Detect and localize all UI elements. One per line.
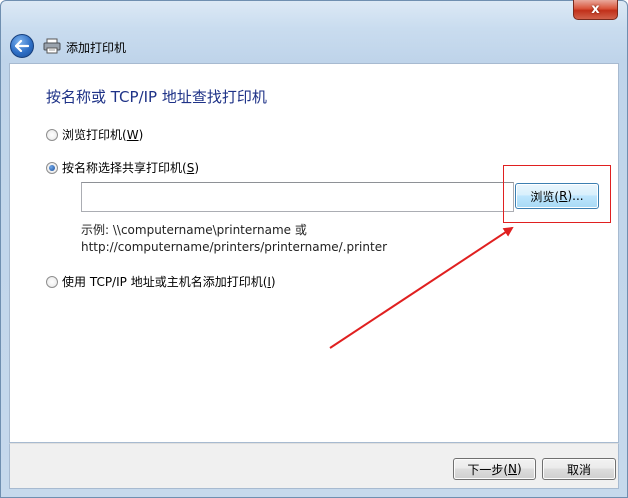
back-button[interactable] (10, 34, 34, 58)
close-button[interactable]: x (573, 0, 618, 20)
radio-label: 按名称选择共享打印机(S) (62, 161, 199, 175)
example-text: 示例: \\computername\printername 或 http://… (81, 222, 387, 256)
shared-printer-name-input[interactable] (81, 182, 514, 212)
radio-tcpip-hostname[interactable]: 使用 TCP/IP 地址或主机名添加打印机(I) (46, 273, 276, 290)
example-line-1: 示例: \\computername\printername 或 (81, 223, 307, 237)
window-title: 添加打印机 (66, 41, 127, 55)
radio-label: 浏览打印机(W) (62, 128, 144, 142)
radio-button[interactable] (46, 128, 58, 141)
cancel-button[interactable]: 取消 (542, 458, 616, 480)
example-line-2: http://computername/printers/printername… (81, 240, 388, 254)
page-heading: 按名称或 TCP/IP 地址查找打印机 (46, 88, 267, 106)
next-button[interactable]: 下一步(N) (453, 458, 536, 480)
close-icon: x (591, 2, 600, 17)
radio-button[interactable] (46, 275, 58, 288)
radio-browse-printers[interactable]: 浏览打印机(W) (46, 126, 143, 143)
back-arrow-icon (15, 40, 29, 52)
printer-icon (43, 38, 61, 54)
radio-label: 使用 TCP/IP 地址或主机名添加打印机(I) (62, 275, 276, 289)
annotation-highlight-box (503, 165, 611, 223)
radio-select-shared-printer[interactable]: 按名称选择共享打印机(S) (46, 159, 199, 176)
radio-button-checked[interactable] (46, 161, 58, 174)
